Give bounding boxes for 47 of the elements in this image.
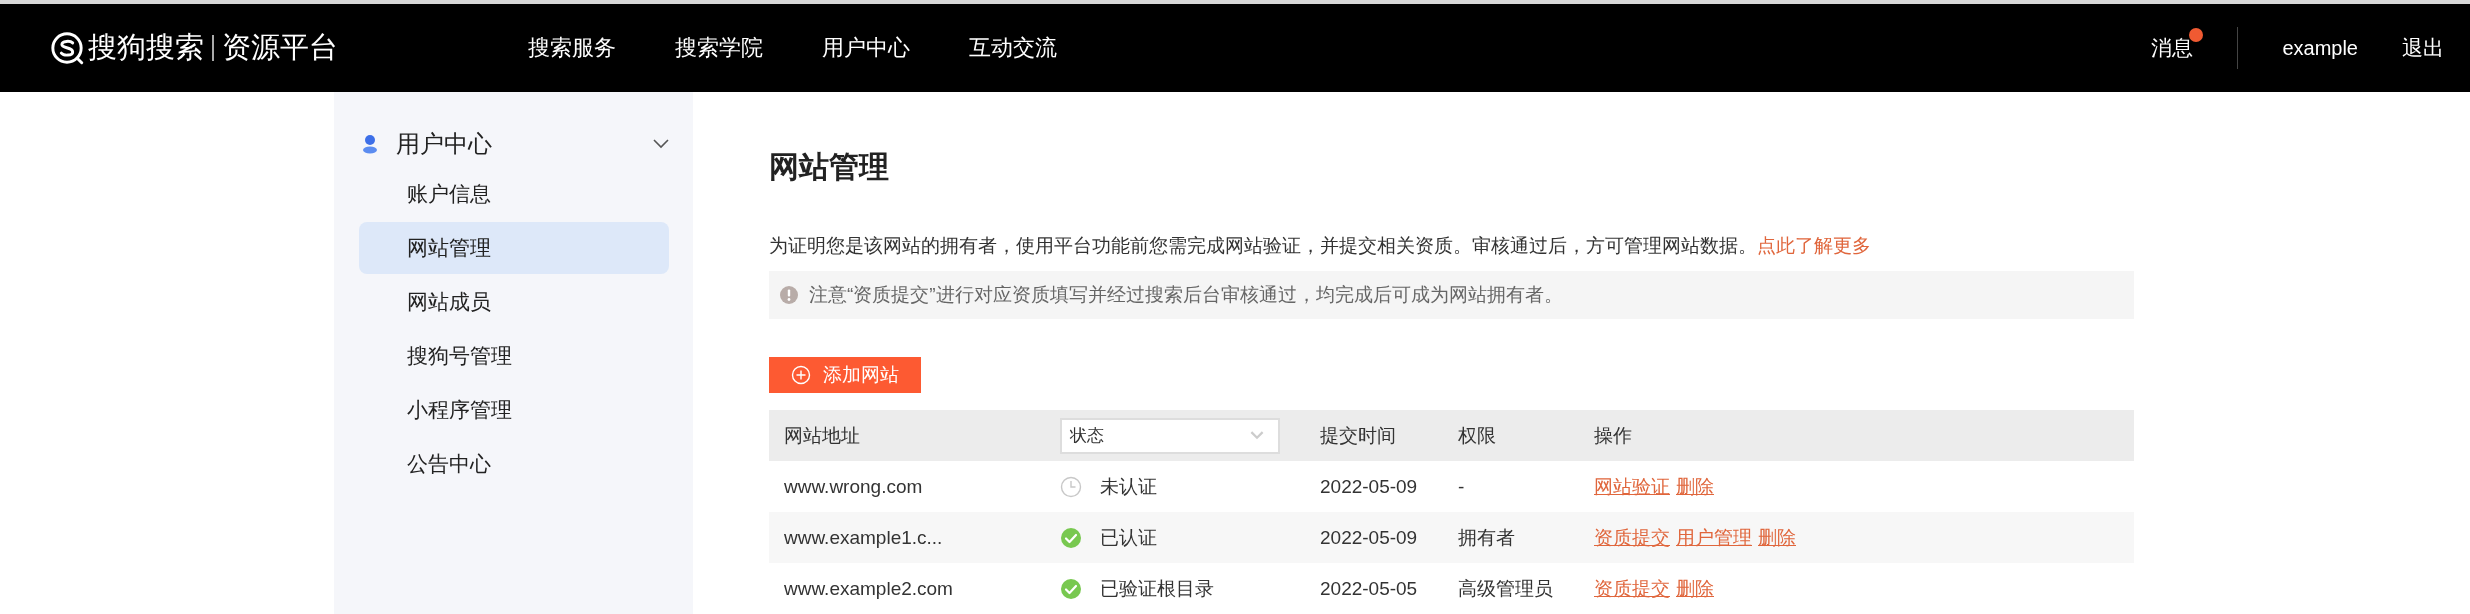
column-header: 提交时间 xyxy=(1320,423,1396,448)
table-cell: 2022-05-09 xyxy=(1320,475,1418,498)
sidebar-section-header[interactable]: 用户中心 xyxy=(334,122,693,166)
sidebar-item[interactable]: 账户信息 xyxy=(359,168,669,220)
info-icon xyxy=(779,285,799,305)
messages-link[interactable]: 消息 xyxy=(2151,34,2194,62)
column-header: 操作 xyxy=(1594,423,1632,448)
table-cell: www.example1.c... xyxy=(784,526,943,549)
page-title: 网站管理 xyxy=(769,149,890,185)
nav-link[interactable]: 搜索服务 xyxy=(528,33,616,63)
table-cell: www.wrong.com xyxy=(784,475,923,498)
user-icon xyxy=(360,134,380,154)
username-link[interactable]: example xyxy=(2282,36,2358,60)
table-cell-text: 已认证 xyxy=(1100,525,1157,550)
description-text: 为证明您是该网站的拥有者，使用平台功能前您需完成网站验证，并提交相关资质。审核通过后，方可管理网站数据。 xyxy=(769,235,1757,256)
table-cell-text: 已验证根目录 xyxy=(1100,576,1214,601)
action-link[interactable]: 删除 xyxy=(1676,575,1714,602)
sidebar-item[interactable]: 网站成员 xyxy=(359,276,669,328)
table-cell-text: 未认证 xyxy=(1100,474,1157,499)
nav-link[interactable]: 搜索学院 xyxy=(675,33,763,63)
table-cell: - xyxy=(1458,475,1465,498)
status-filter-dropdown[interactable]: 状态 xyxy=(1060,417,1280,454)
learn-more-link[interactable]: 点此了解更多 xyxy=(1757,235,1871,256)
table-cell-text: 高级管理员 xyxy=(1458,576,1553,601)
table-cell: 2022-05-09 xyxy=(1320,526,1418,549)
brand-name: 搜狗搜索 xyxy=(88,30,204,65)
column-header: 权限 xyxy=(1458,423,1496,448)
sidebar-item[interactable]: 小程序管理 xyxy=(359,384,669,436)
caret-icon xyxy=(1250,431,1264,440)
table-cell: www.example2.com xyxy=(784,577,953,600)
action-link[interactable]: 删除 xyxy=(1676,473,1714,500)
chevron-icon xyxy=(653,139,669,149)
nav-link[interactable]: 用户中心 xyxy=(822,33,910,63)
plus-circle-icon xyxy=(791,365,811,385)
action-link[interactable]: 网站验证 xyxy=(1594,473,1670,500)
product-name: 资源平台 xyxy=(222,30,338,65)
notice-text: 注意“资质提交”进行对应资质填写并经过搜索后台审核通过，均完成后可成为网站拥有者。 xyxy=(809,283,1563,307)
nav-link[interactable]: 互动交流 xyxy=(969,33,1057,63)
action-link[interactable]: 资质提交 xyxy=(1594,575,1670,602)
sidebar-item[interactable]: 公告中心 xyxy=(359,438,669,490)
table-cell-text: 拥有者 xyxy=(1458,525,1515,550)
logo-icon xyxy=(50,31,84,65)
logout-link[interactable]: 退出 xyxy=(2402,34,2444,62)
sidebar-item[interactable]: 搜狗号管理 xyxy=(359,330,669,382)
column-header: 网站地址 xyxy=(784,423,860,448)
sidebar-item[interactable]: 网站管理 xyxy=(359,222,669,274)
table-cell: 2022-05-05 xyxy=(1320,577,1418,600)
